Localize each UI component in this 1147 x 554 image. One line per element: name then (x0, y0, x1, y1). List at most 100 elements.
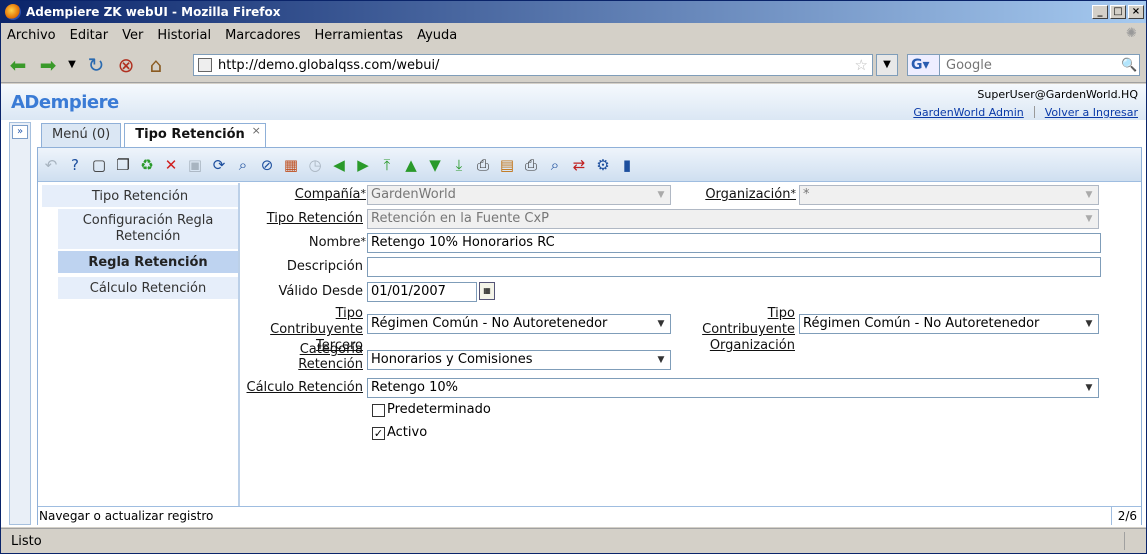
print-icon[interactable]: ⎙ (520, 154, 542, 176)
home-icon[interactable]: ⌂ (143, 52, 169, 78)
parent-record-icon[interactable]: ◀ (328, 154, 350, 176)
copy-record-icon[interactable]: ❐ (112, 154, 134, 176)
descripcion-input[interactable] (367, 257, 1101, 277)
new-record-icon[interactable]: ▢ (88, 154, 110, 176)
refresh-icon[interactable]: ⟳ (208, 154, 230, 176)
compania-dropdown-icon[interactable]: ▼ (652, 186, 670, 204)
menu-herramientas[interactable]: Herramientas (315, 28, 404, 43)
sidebar-item-regla-retencion[interactable]: Regla Retención (58, 251, 238, 273)
active-workflows-icon[interactable]: ⚙ (592, 154, 614, 176)
reload-icon[interactable]: ↻ (83, 52, 109, 78)
activo-checkbox[interactable]: ✓ (372, 427, 385, 440)
tab-tipo-retencion[interactable]: Tipo Retención × (124, 123, 266, 147)
find-icon[interactable]: ⌕ (232, 154, 254, 176)
forward-icon[interactable]: ➡ (35, 52, 61, 78)
relogin-link[interactable]: Volver a Ingresar (1045, 106, 1138, 119)
status-message: Navegar o actualizar registro (39, 509, 214, 523)
tipo-contribuyente-organizacion-field[interactable]: Régimen Común - No Autoretenedor ▼ (799, 314, 1099, 334)
tipo-retencion-field[interactable]: Retención en la Fuente CxP ▼ (367, 209, 1099, 229)
adempiere-app: ADempiere SuperUser@GardenWorld.HQ Garde… (1, 84, 1146, 527)
previous-record-icon[interactable]: ▲ (400, 154, 422, 176)
organizacion-label[interactable]: Organización* (682, 187, 796, 202)
app-header: ADempiere SuperUser@GardenWorld.HQ Garde… (1, 84, 1146, 120)
expand-menu-icon[interactable]: » (12, 125, 28, 139)
tab-tipo-retencion-label: Tipo Retención (135, 127, 245, 142)
requests-icon[interactable]: ▮ (616, 154, 638, 176)
first-record-icon[interactable]: ⤒ (376, 154, 398, 176)
search-input[interactable] (940, 57, 1121, 73)
throbber-icon: ✺ (1126, 26, 1137, 41)
close-tab-icon[interactable]: × (252, 120, 261, 142)
calculo-retencion-dropdown-icon[interactable]: ▼ (1080, 379, 1098, 397)
menu-historial[interactable]: Historial (157, 28, 211, 43)
history-dropdown-icon[interactable]: ▼ (65, 52, 79, 78)
detail-record-icon[interactable]: ▶ (352, 154, 374, 176)
bookmark-star-icon[interactable]: ☆ (855, 56, 868, 74)
ignore-icon[interactable]: ↶ (40, 154, 62, 176)
nombre-input[interactable]: Retengo 10% Honorarios RC (367, 233, 1101, 253)
tipo-contribuyente-tercero-field[interactable]: Régimen Común - No Autoretenedor ▼ (367, 314, 671, 334)
sidebar-item-calculo-retencion[interactable]: Cálculo Retención (58, 277, 238, 299)
role-link[interactable]: GardenWorld Admin (913, 106, 1023, 119)
compania-field[interactable]: GardenWorld ▼ (367, 185, 671, 205)
attachment-icon[interactable]: ⊘ (256, 154, 278, 176)
save-icon[interactable]: ▣ (184, 154, 206, 176)
categoria-retencion-field[interactable]: Honorarios y Comisiones ▼ (367, 350, 671, 370)
collapsed-menu-panel: » (9, 122, 31, 525)
tab-menu[interactable]: Menú (0) (41, 123, 122, 147)
zoom-across-icon[interactable]: ⌕ (544, 154, 566, 176)
window-tabs: Menú (0) Tipo Retención × (41, 123, 269, 147)
categoria-retencion-label[interactable]: Categoría Retención (242, 342, 363, 372)
adempiere-logo: ADempiere (11, 92, 119, 113)
close-window-button[interactable]: × (1128, 5, 1144, 19)
menu-archivo[interactable]: Archivo (7, 28, 56, 43)
grid-toggle-icon[interactable]: ▦ (280, 154, 302, 176)
search-icon[interactable]: 🔍 (1121, 58, 1139, 73)
stop-icon[interactable]: ⊗ (113, 52, 139, 78)
title-bar: Adempiere ZK webUI - Mozilla Firefox _ □… (1, 1, 1146, 23)
calendar-icon[interactable]: ▦ (479, 282, 495, 300)
record-status-bar: Navegar o actualizar registro 2/6 (38, 506, 1141, 525)
browser-window: Adempiere ZK webUI - Mozilla Firefox _ □… (0, 0, 1147, 554)
search-engine-icon[interactable]: G▾ (908, 55, 940, 75)
sidebar-item-tipo-retencion[interactable]: Tipo Retención (42, 185, 238, 207)
compania-label[interactable]: Compañía* (262, 187, 366, 202)
menu-editar[interactable]: Editar (70, 28, 109, 43)
report-icon[interactable]: ⎙ (472, 154, 494, 176)
calculo-retencion-field[interactable]: Retengo 10% ▼ (367, 378, 1099, 398)
sidebar-item-configuracion-regla[interactable]: Configuración Regla Retención (58, 209, 238, 249)
tab-sidebar: Tipo Retención Configuración Regla Reten… (38, 183, 240, 506)
calculo-retencion-label[interactable]: Cálculo Retención (242, 380, 363, 395)
back-icon[interactable]: ⬅ (5, 52, 31, 78)
tipo-retencion-dropdown-icon[interactable]: ▼ (1080, 210, 1098, 228)
record-toolbar: ↶ ? ▢ ❐ ♻ ✕ ▣ ⟳ ⌕ ⊘ ▦ ◷ ◀ ▶ ⤒ ▲ ▼ ⤓ ⎙ ▤ (38, 148, 1141, 182)
tipo-contribuyente-organizacion-dropdown-icon[interactable]: ▼ (1080, 315, 1098, 333)
valido-desde-input[interactable]: 01/01/2007 (367, 282, 477, 302)
help-icon[interactable]: ? (64, 154, 86, 176)
organizacion-field[interactable]: * ▼ (799, 185, 1099, 205)
predeterminado-checkbox[interactable] (372, 404, 385, 417)
url-dropdown-icon[interactable]: ▼ (876, 54, 898, 76)
history-icon[interactable]: ◷ (304, 154, 326, 176)
tipo-contribuyente-organizacion-label[interactable]: Tipo Contribuyente Organización (672, 306, 795, 354)
record-counter: 2/6 (1110, 507, 1137, 525)
workflow-icon[interactable]: ⇄ (568, 154, 590, 176)
next-record-icon[interactable]: ▼ (424, 154, 446, 176)
minimize-button[interactable]: _ (1092, 5, 1108, 19)
menu-ayuda[interactable]: Ayuda (417, 28, 457, 43)
tipo-contribuyente-tercero-dropdown-icon[interactable]: ▼ (652, 315, 670, 333)
organizacion-dropdown-icon[interactable]: ▼ (1080, 186, 1098, 204)
window-title: Adempiere ZK webUI - Mozilla Firefox (26, 5, 281, 19)
archive-icon[interactable]: ▤ (496, 154, 518, 176)
menu-marcadores[interactable]: Marcadores (225, 28, 300, 43)
tipo-retencion-label[interactable]: Tipo Retención (242, 211, 363, 226)
menu-ver[interactable]: Ver (122, 28, 143, 43)
delete-selection-icon[interactable]: ✕ (160, 154, 182, 176)
maximize-button[interactable]: □ (1110, 5, 1126, 19)
url-bar[interactable]: http://demo.globalqss.com/webui/ ☆ (193, 54, 873, 76)
last-record-icon[interactable]: ⤓ (448, 154, 470, 176)
url-text[interactable]: http://demo.globalqss.com/webui/ (218, 58, 855, 73)
search-box[interactable]: G▾ 🔍 (907, 54, 1140, 76)
delete-record-icon[interactable]: ♻ (136, 154, 158, 176)
categoria-retencion-dropdown-icon[interactable]: ▼ (652, 351, 670, 369)
